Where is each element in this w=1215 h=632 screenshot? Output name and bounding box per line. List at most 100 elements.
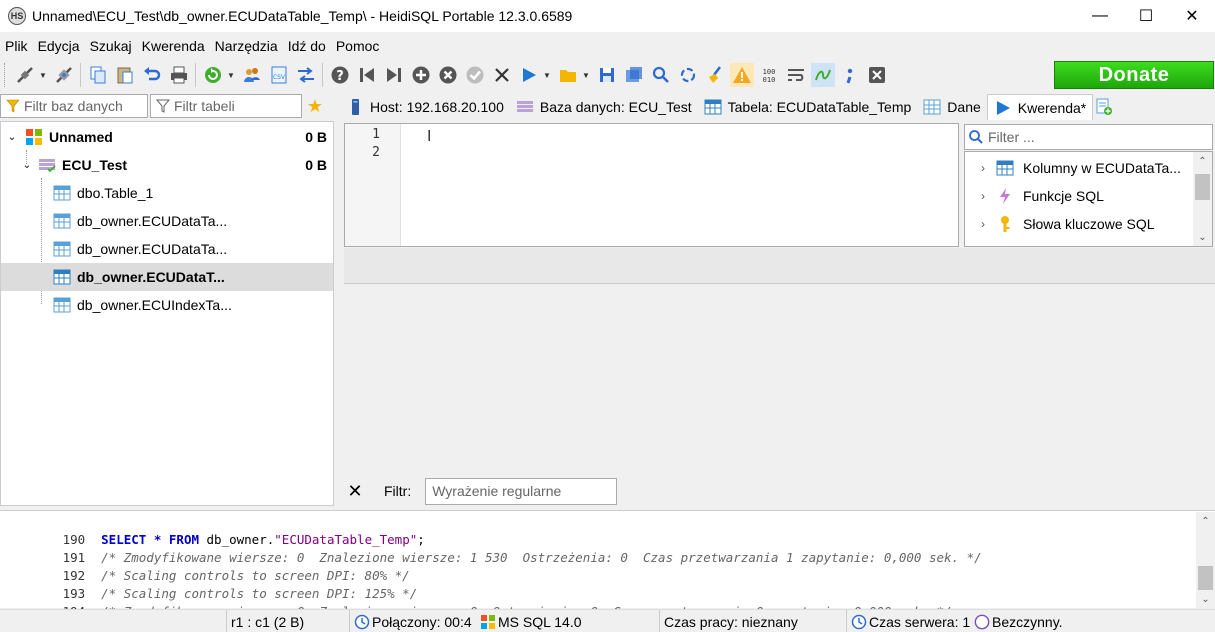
tab-database[interactable]: Baza danych: ECU_Test [510,94,698,120]
clock-icon [354,614,370,630]
database-filter-input[interactable]: Filtr baz danych [0,94,148,118]
menu-kwerenda[interactable]: Kwerenda [137,38,210,54]
print-icon[interactable] [167,63,191,87]
open-file-dropdown-icon[interactable]: ▼ [581,71,591,80]
copy-icon[interactable] [86,63,110,87]
save-snippet-icon[interactable] [622,63,646,87]
helper-item-keywords[interactable]: › Słowa kluczowe SQL [965,210,1193,238]
warnings-icon[interactable] [729,63,754,87]
helper-item-snippets[interactable] [965,238,1193,246]
refresh-icon[interactable] [201,63,225,87]
tree-node-server[interactable]: ⌄ Unnamed 0 B [1,123,333,151]
menu-szukaj[interactable]: Szukaj [85,38,137,54]
refresh-dropdown-icon[interactable]: ▼ [226,71,236,80]
user-manager-icon[interactable] [240,63,264,87]
helper-item-columns[interactable]: › Kolumny w ECUDataTa... [965,154,1193,182]
scrollbar-thumb[interactable] [1195,174,1210,200]
semicolon-icon[interactable] [838,63,862,87]
filter-regex-input[interactable]: Wyrażenie regularne [425,477,618,505]
connect-icon[interactable] [13,63,37,87]
save-icon[interactable] [595,63,619,87]
columns-icon [995,158,1015,178]
scroll-up-icon[interactable]: ⌃ [1193,152,1212,170]
replace-icon[interactable] [676,63,700,87]
table-icon [53,212,71,230]
bulk-transfer-icon[interactable] [294,63,318,87]
helper-scrollbar[interactable]: ⌃ ⌄ [1193,152,1212,246]
menu-idz-do[interactable]: Idź do [283,38,331,54]
tree-node-database[interactable]: ⌄ ECU_Test 0 B [1,151,333,179]
menu-plik[interactable]: Plik [0,38,33,54]
function-icon [995,186,1015,206]
tab-data[interactable]: Dane [917,94,986,120]
insert-row-icon[interactable] [409,63,433,87]
tab-query[interactable]: Kwerenda* [986,94,1094,120]
donate-button[interactable]: Donate [1054,61,1214,89]
paste-icon[interactable] [113,63,137,87]
chevron-right-icon[interactable]: › [971,217,995,231]
menu-pomoc[interactable]: Pomoc [331,38,385,54]
filter-label: Filtr: [384,483,412,499]
scroll-down-icon[interactable]: ⌄ [1193,228,1212,246]
table-filter-input[interactable]: Filtr tabeli [150,94,302,118]
last-record-icon[interactable] [382,63,406,87]
tree-node-table[interactable]: dbo.Table_1 [1,179,333,207]
help-icon[interactable]: ? [328,63,352,87]
format-sql-icon[interactable] [810,63,835,87]
open-file-icon[interactable] [556,63,580,87]
editor-results-splitter[interactable] [344,248,1215,284]
editor-line-number: 2 [372,145,380,160]
scroll-up-icon[interactable]: ⌃ [1196,512,1215,530]
toolbar-grip[interactable] [4,63,7,87]
tree-node-table[interactable]: db_owner.ECUDataTa... [1,207,333,235]
close-window-button[interactable]: ✕ [1169,0,1215,32]
scroll-down-icon[interactable]: ⌄ [1196,590,1215,608]
tree-node-table-selected[interactable]: db_owner.ECUDataT... [1,263,333,291]
favorites-star-icon[interactable]: ★ [302,94,328,118]
tab-table[interactable]: Tabela: ECUDataTable_Temp [698,94,918,120]
cancel-changes-icon[interactable] [490,63,514,87]
chevron-down-icon[interactable]: ⌄ [5,132,19,143]
undo-icon[interactable] [140,63,164,87]
helper-item-functions[interactable]: › Funkcje SQL [965,182,1193,210]
status-connected: Połączony: 00:4 [349,610,475,632]
first-record-icon[interactable] [355,63,379,87]
menu-edycja[interactable]: Edycja [33,38,85,54]
chevron-right-icon[interactable]: › [971,161,995,175]
sql-editor[interactable]: 1 2 I [344,123,959,247]
tree-node-table[interactable]: db_owner.ECUDataTa... [1,235,333,263]
minimize-button[interactable]: — [1077,0,1123,32]
sql-log[interactable]: 190 SELECT * FROM db_owner."ECUDataTable_… [0,510,1215,619]
menu-narzedzia[interactable]: Narzędzia [210,38,283,54]
close-tab-icon[interactable] [865,63,889,87]
close-filter-icon[interactable]: ✕ [340,481,370,502]
tab-host[interactable]: Host: 192.168.20.100 [340,94,510,120]
play-icon [994,99,1012,117]
post-changes-icon[interactable] [463,63,487,87]
connect-dropdown-icon[interactable]: ▼ [38,71,48,80]
execute-query-icon[interactable] [517,63,541,87]
status-server-time: Czas serwera: 1 [846,610,970,632]
maximize-button[interactable]: ☐ [1123,0,1169,32]
clock-icon [851,614,867,630]
find-icon[interactable] [649,63,673,87]
delete-row-icon[interactable] [436,63,460,87]
chevron-right-icon[interactable]: › [971,189,995,203]
wrap-lines-icon[interactable] [784,63,808,87]
log-scrollbar[interactable]: ⌃ ⌄ [1196,512,1215,608]
export-csv-icon[interactable]: CSV [267,63,291,87]
tree-node-table[interactable]: db_owner.ECUIndexTa... [1,291,333,319]
helper-filter-input[interactable]: Filter ... [964,124,1213,150]
disconnect-icon[interactable] [52,63,76,87]
status-cursor-position: r1 : c1 (2 B) [226,610,348,632]
binary-icon[interactable]: 100 010 [757,63,781,87]
key-icon [995,214,1015,234]
clear-icon[interactable] [703,63,727,87]
table-icon [53,296,71,314]
execute-dropdown-icon[interactable]: ▼ [542,71,552,80]
toolbar-separator [80,63,81,87]
new-query-tab-button[interactable] [1093,94,1115,120]
scrollbar-thumb[interactable] [1198,566,1213,590]
status-uptime: Czas pracy: nieznany [659,610,845,632]
chevron-down-icon[interactable]: ⌄ [20,160,34,171]
